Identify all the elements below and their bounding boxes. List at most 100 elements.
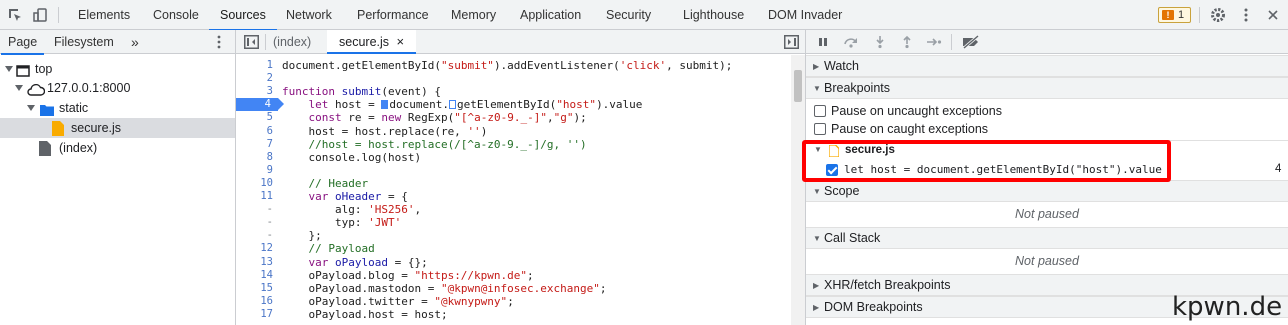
issues-badge[interactable]: ! 1 bbox=[1158, 7, 1191, 23]
tree-item-static[interactable]: static bbox=[0, 98, 235, 118]
pause-caught-checkbox[interactable] bbox=[814, 123, 826, 135]
issue-flag-icon: ! bbox=[1162, 10, 1174, 20]
tree-item-label: (index) bbox=[59, 141, 98, 155]
close-icon[interactable] bbox=[1264, 6, 1282, 24]
deactivate-breakpoints-icon[interactable] bbox=[961, 34, 981, 50]
line-number[interactable]: 12 bbox=[236, 242, 278, 255]
tree-item-top[interactable]: top bbox=[0, 59, 235, 79]
line-number[interactable]: - bbox=[236, 216, 278, 229]
inspect-element-icon[interactable] bbox=[6, 6, 24, 24]
more-tabs-icon[interactable]: » bbox=[131, 30, 139, 54]
step-into-icon[interactable] bbox=[873, 35, 887, 49]
line-number[interactable]: 2 bbox=[236, 72, 278, 85]
code-line[interactable]: typ: 'JWT' bbox=[282, 216, 401, 229]
tree-item-label: secure.js bbox=[71, 121, 122, 135]
step-out-icon[interactable] bbox=[900, 35, 914, 49]
code-line[interactable]: //host = host.replace(/[^a-z0-9._-]/g, '… bbox=[282, 138, 586, 151]
code-line[interactable]: oPayload.host = host; bbox=[282, 308, 447, 321]
gear-icon[interactable] bbox=[1209, 6, 1227, 24]
code-line[interactable]: // Header bbox=[282, 177, 368, 190]
breakpoints-pane-header[interactable]: ▼ Breakpoints bbox=[806, 77, 1288, 99]
code-line[interactable]: }; bbox=[282, 229, 321, 242]
line-number[interactable]: 17 bbox=[236, 308, 278, 321]
expanded-arrow-icon: ▼ bbox=[813, 84, 821, 93]
step-icon[interactable] bbox=[926, 35, 942, 49]
pane-title: Scope bbox=[824, 184, 860, 198]
editor-scrollbar-thumb[interactable] bbox=[794, 70, 802, 102]
line-number[interactable]: 13 bbox=[236, 256, 278, 269]
line-number[interactable]: - bbox=[236, 203, 278, 216]
editor-tab-index[interactable]: (index) bbox=[273, 30, 311, 54]
tab-filesystem[interactable]: Filesystem bbox=[54, 30, 114, 54]
step-over-icon[interactable] bbox=[843, 35, 857, 49]
tab-memory[interactable]: Memory bbox=[451, 0, 496, 30]
breakpoint-line-number: 4 bbox=[1275, 163, 1282, 175]
code-line[interactable]: oPayload.blog = "https://kpwn.de"; bbox=[282, 269, 533, 282]
line-number[interactable]: 16 bbox=[236, 295, 278, 308]
document-icon bbox=[39, 141, 51, 162]
toggle-navigator-icon[interactable] bbox=[244, 35, 259, 52]
pause-uncaught-checkbox[interactable] bbox=[814, 105, 826, 117]
call-stack-pane-header[interactable]: ▼ Call Stack bbox=[806, 227, 1288, 249]
tree-item-origin[interactable]: 127.0.0.1:8000 bbox=[0, 78, 235, 98]
line-number[interactable]: 11 bbox=[236, 190, 278, 203]
code-line[interactable]: oPayload.twitter = "@kwnypwny"; bbox=[282, 295, 513, 308]
editor-tabs: (index) secure.js × bbox=[236, 30, 805, 54]
line-number[interactable]: 14 bbox=[236, 269, 278, 282]
line-number[interactable]: 10 bbox=[236, 177, 278, 190]
device-toolbar-icon[interactable] bbox=[31, 6, 49, 24]
line-number[interactable]: - bbox=[236, 229, 278, 242]
tab-elements[interactable]: Elements bbox=[78, 0, 130, 30]
pause-icon[interactable] bbox=[816, 35, 830, 49]
watch-pane-header[interactable]: ▶ Watch bbox=[806, 55, 1288, 77]
tab-dom-invader[interactable]: DOM Invader bbox=[768, 0, 842, 30]
inline-breakpoint-icon[interactable] bbox=[448, 100, 456, 110]
tab-application[interactable]: Application bbox=[520, 0, 581, 30]
code-line[interactable]: let host = document. getElementById("host… bbox=[282, 98, 643, 111]
code-line[interactable]: var oHeader = { bbox=[282, 190, 408, 203]
code-line[interactable]: var oPayload = {}; bbox=[282, 256, 428, 269]
tab-sources[interactable]: Sources bbox=[209, 0, 277, 31]
scope-pane-header[interactable]: ▼ Scope bbox=[806, 180, 1288, 202]
line-number[interactable]: 7 bbox=[236, 138, 278, 151]
code-area[interactable]: 1 document.getElementById("submit").addEv… bbox=[236, 55, 806, 325]
breakpoint-marker[interactable]: 4 bbox=[236, 98, 284, 112]
tab-security[interactable]: Security bbox=[606, 0, 651, 30]
pane-title: DOM Breakpoints bbox=[824, 300, 923, 314]
code-line[interactable]: console.log(host) bbox=[282, 151, 421, 164]
devtools-main-toolbar: Elements Console Sources Network Perform… bbox=[0, 0, 1288, 31]
line-number[interactable]: 8 bbox=[236, 151, 278, 164]
code-line[interactable]: const re = new RegExp("[^a-z0-9._-]","g"… bbox=[282, 111, 587, 124]
more-options-icon[interactable] bbox=[1237, 6, 1255, 24]
code-line[interactable]: alg: 'HS256', bbox=[282, 203, 421, 216]
editor-tab-secure-js[interactable]: secure.js × bbox=[327, 30, 417, 54]
scope-not-paused: Not paused bbox=[1015, 207, 1079, 221]
line-number[interactable]: 6 bbox=[236, 125, 278, 138]
code-line[interactable]: document.getElementById("submit").addEve… bbox=[282, 59, 732, 72]
line-number[interactable]: 5 bbox=[236, 111, 278, 124]
inline-breakpoint-icon[interactable] bbox=[381, 100, 389, 110]
navigator-menu-icon[interactable] bbox=[212, 33, 226, 54]
code-line[interactable]: host = host.replace(re, '') bbox=[282, 125, 487, 138]
expand-arrow-icon bbox=[15, 85, 23, 91]
tab-performance[interactable]: Performance bbox=[357, 0, 429, 30]
line-number[interactable]: 9 bbox=[236, 164, 278, 177]
close-tab-icon[interactable]: × bbox=[397, 34, 405, 49]
tab-page[interactable]: Page bbox=[0, 30, 45, 55]
tab-network[interactable]: Network bbox=[286, 0, 332, 30]
line-number[interactable]: 3 bbox=[236, 85, 278, 98]
watermark: kpwn.de bbox=[1172, 292, 1283, 322]
tab-lighthouse[interactable]: Lighthouse bbox=[683, 0, 744, 30]
code-line[interactable]: function submit(event) { bbox=[282, 85, 441, 98]
pane-title: Call Stack bbox=[824, 231, 881, 245]
code-line[interactable]: // Payload bbox=[282, 242, 374, 255]
tree-item-index[interactable]: (index) bbox=[0, 138, 235, 158]
line-number[interactable]: 15 bbox=[236, 282, 278, 295]
code-line[interactable]: oPayload.mastodon = "@kpwn@infosec.excha… bbox=[282, 282, 606, 295]
tree-item-secure-js[interactable]: secure.js bbox=[0, 118, 235, 138]
line-number[interactable]: 1 bbox=[236, 59, 278, 72]
code-editor: (index) secure.js × 1 document.getElement… bbox=[236, 30, 806, 325]
toggle-debugger-icon[interactable] bbox=[784, 35, 799, 52]
collapsed-arrow-icon: ▶ bbox=[813, 62, 820, 71]
tab-console[interactable]: Console bbox=[153, 0, 199, 30]
